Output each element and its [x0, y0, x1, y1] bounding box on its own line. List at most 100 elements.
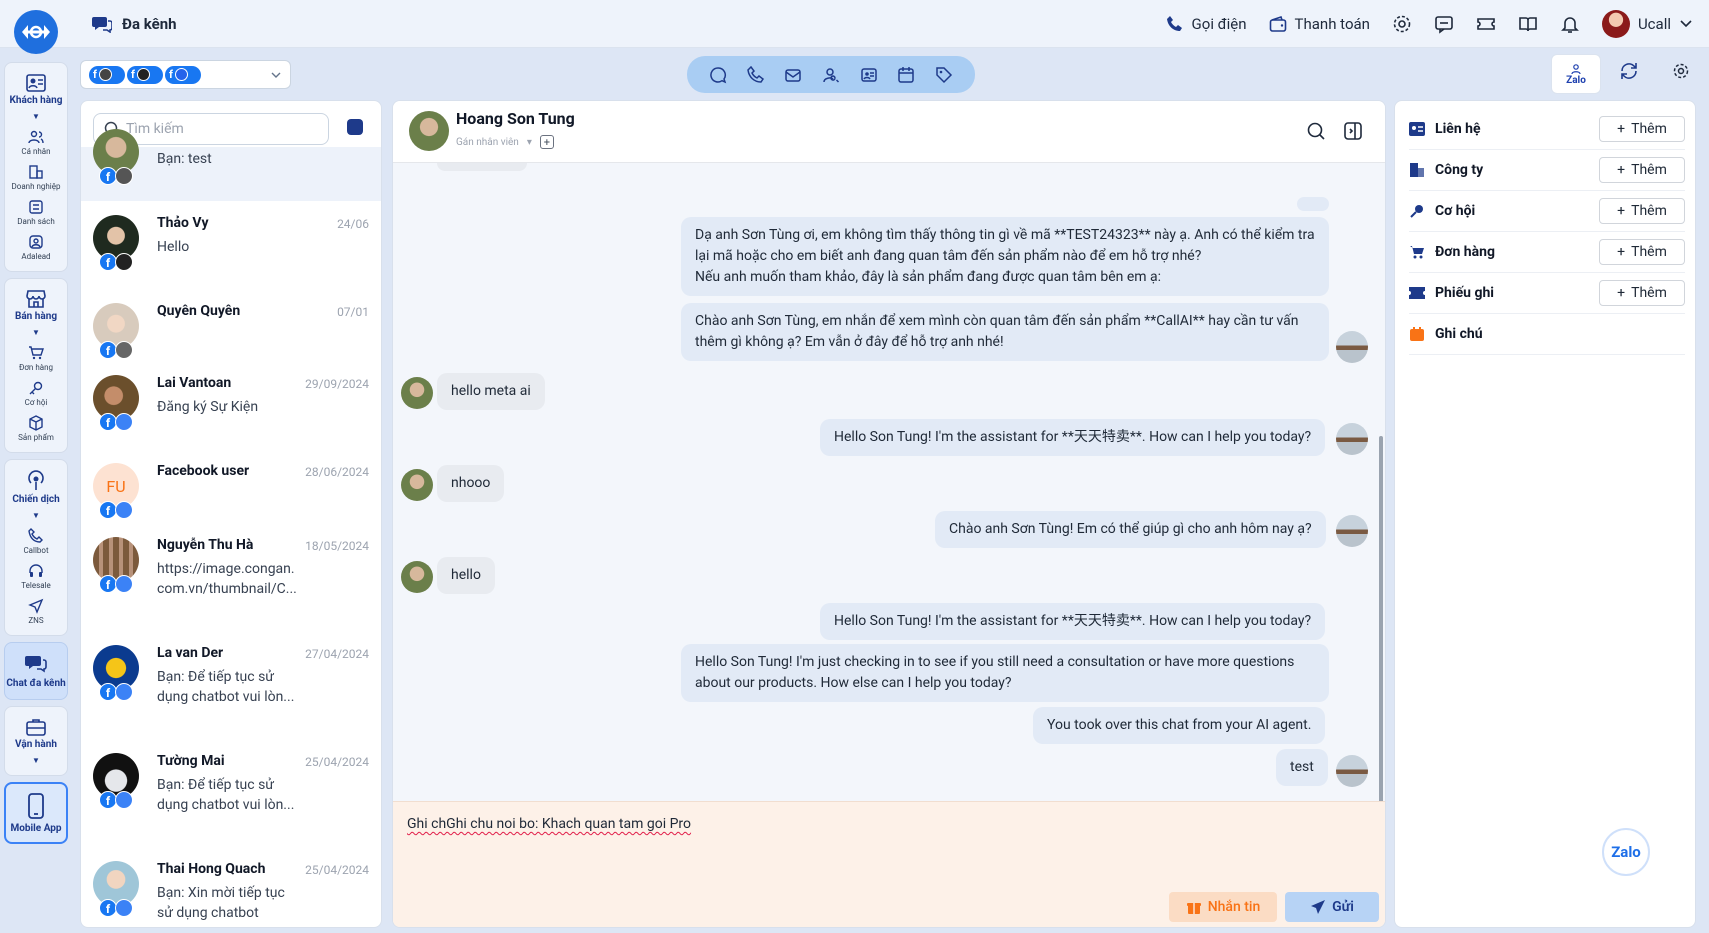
user-menu[interactable]: Ucall: [1601, 10, 1693, 38]
agent-avatar: [1336, 423, 1368, 455]
agent-avatar: [1336, 331, 1368, 363]
channel-toolbar: [687, 56, 975, 93]
conversation-date: 18/05/2024: [305, 539, 369, 553]
rail-item-operation[interactable]: Vận hành: [15, 717, 57, 750]
caret-down-icon[interactable]: ▼: [32, 511, 40, 520]
conversation-panel: Tìm kiếm f Bạn: test f Thảo Vy 24/06 Hel…: [80, 100, 382, 928]
message-button[interactable]: Nhắn tin: [1169, 892, 1277, 922]
add-opportunity-button[interactable]: + Thêm: [1599, 198, 1685, 224]
send-button[interactable]: Gửi: [1285, 892, 1379, 922]
rail-item-adalead[interactable]: Adalead: [21, 234, 51, 261]
rail-item-orders[interactable]: Đơn hàng: [19, 345, 53, 372]
payment-button[interactable]: Thanh toán: [1269, 15, 1370, 33]
top-actions: Gọi điện Thanh toán Ucall: [1166, 10, 1693, 38]
rail-group-operation: Vận hành ▼: [4, 706, 68, 776]
conversation-name: Facebook user: [157, 463, 250, 479]
user-search-icon[interactable]: [822, 66, 840, 84]
chat-panel: Hoang Son Tung Gán nhân viên ▾ + Dạ anh …: [392, 100, 1386, 928]
caret-down-icon: ▾: [526, 136, 532, 148]
ticket-icon: [1409, 286, 1425, 300]
add-label: Thêm: [1631, 162, 1667, 178]
filter-icon[interactable]: [347, 119, 363, 135]
assign-staff[interactable]: Gán nhân viên ▾ +: [456, 135, 554, 149]
list-item[interactable]: f Bạn: test: [81, 129, 381, 201]
conversation-preview: Bạn: Để tiếp tục sử dụng chatbot vui lòn…: [157, 777, 295, 813]
rail-item-business[interactable]: Doanh nghiệp: [12, 164, 60, 191]
rail-item-sales[interactable]: Bán hàng: [15, 289, 57, 322]
id-card-icon[interactable]: [860, 66, 878, 84]
chat-scrollbar[interactable]: [1379, 436, 1383, 816]
rail-item-products[interactable]: Sản phẩm: [18, 415, 54, 442]
account-select[interactable]: f f f: [80, 60, 291, 89]
cart-icon: [28, 345, 44, 361]
info-row-company: Công ty + Thêm: [1409, 150, 1685, 191]
caret-down-icon[interactable]: ▼: [32, 756, 40, 765]
list-item[interactable]: f La van Der 27/04/2024 Bạn: Để tiếp tục…: [81, 639, 381, 739]
chat-channel-icon[interactable]: [709, 66, 727, 84]
gift-icon: [1186, 899, 1202, 915]
zalo-tab[interactable]: Zalo: [1551, 54, 1601, 94]
message-bubble-incoming: hello: [437, 557, 495, 594]
info-row-label: Liên hệ: [1435, 121, 1481, 137]
list-item[interactable]: f Nguyễn Thu Hà 18/05/2024 https://image…: [81, 531, 381, 631]
facebook-badge-icon: f: [99, 575, 135, 593]
box-icon: [28, 415, 44, 431]
add-ticket-button[interactable]: + Thêm: [1599, 280, 1685, 306]
add-contact-button[interactable]: + Thêm: [1599, 116, 1685, 142]
app-logo-icon[interactable]: [14, 10, 58, 54]
list-item[interactable]: f Thai Hong Quach 25/04/2024 Bạn: Xin mờ…: [81, 855, 381, 927]
search-icon[interactable]: [1306, 121, 1326, 141]
rail-item-customers[interactable]: Khách hàng: [9, 73, 63, 106]
message-icon[interactable]: [1434, 14, 1454, 34]
phone-icon[interactable]: [746, 65, 765, 84]
rail-item-campaign[interactable]: Chiến dịch: [12, 470, 60, 505]
conversation-date: 27/04/2024: [305, 647, 369, 661]
list-item[interactable]: f Thảo Vy 24/06 Hello: [81, 209, 381, 291]
rail-label: Bán hàng: [14, 311, 58, 322]
agent-avatar: [1336, 755, 1368, 787]
message-composer[interactable]: Ghi chGhi chu noi bo: Khach quan tam goi…: [393, 801, 1385, 927]
add-icon[interactable]: +: [539, 135, 554, 149]
message-input[interactable]: Ghi chGhi chu noi bo: Khach quan tam goi…: [407, 816, 691, 832]
list-item[interactable]: FU f Facebook user 28/06/2024: [81, 457, 381, 531]
ticket-icon[interactable]: [1476, 14, 1496, 34]
caret-down-icon[interactable]: ▼: [32, 112, 40, 121]
list-icon: [28, 199, 44, 215]
rail-item-personal[interactable]: Cá nhân: [21, 129, 51, 156]
tag-icon[interactable]: [935, 66, 953, 84]
rail-group-campaign: Chiến dịch ▼ Callbot Telesale ZNS: [4, 459, 68, 636]
rail-item-callbot[interactable]: Callbot: [23, 528, 49, 555]
contact-avatar[interactable]: [409, 111, 449, 151]
toggle-sidebar-icon[interactable]: [1343, 121, 1363, 141]
list-item[interactable]: f Tường Mai 25/04/2024 Bạn: Để tiếp tục …: [81, 747, 381, 847]
rail-label: Callbot: [23, 546, 49, 555]
rail-item-chat[interactable]: Chat đa kênh: [4, 642, 68, 700]
rail-item-mobile-app[interactable]: Mobile App: [4, 782, 68, 844]
zalo-chat-widget[interactable]: Zalo: [1602, 828, 1650, 876]
rail-item-zns[interactable]: ZNS: [28, 598, 44, 625]
mail-icon[interactable]: [784, 66, 802, 84]
info-row-notes: Ghi chú: [1409, 314, 1685, 355]
conversation-date: 07/01: [337, 305, 369, 319]
contact-card-icon: [1409, 122, 1425, 136]
rail-item-opportunity[interactable]: Cơ hội: [25, 380, 47, 407]
info-panel: Liên hệ + Thêm Công ty + Thêm Cơ hội + T…: [1394, 100, 1696, 928]
rail-item-telesale[interactable]: Telesale: [21, 563, 51, 590]
add-label: Thêm: [1631, 244, 1667, 260]
call-button[interactable]: Gọi điện: [1166, 15, 1247, 33]
add-company-button[interactable]: + Thêm: [1599, 157, 1685, 183]
gear-icon[interactable]: [1392, 14, 1412, 34]
bell-icon[interactable]: [1560, 14, 1580, 34]
calendar-icon[interactable]: [897, 66, 915, 84]
gear-icon[interactable]: [1672, 62, 1690, 80]
rail-label: Khách hàng: [9, 95, 63, 106]
refresh-icon[interactable]: [1618, 60, 1640, 82]
conversation-name: Nguyễn Thu Hà: [157, 537, 254, 553]
list-item[interactable]: f Quyên Quyên 07/01: [81, 297, 381, 369]
caret-down-icon[interactable]: ▼: [32, 328, 40, 337]
user-icon: [1570, 63, 1582, 75]
list-item[interactable]: f Lai Vantoan 29/09/2024 Đăng ký Sự Kiện: [81, 369, 381, 451]
add-order-button[interactable]: + Thêm: [1599, 239, 1685, 265]
rail-item-list[interactable]: Danh sách: [17, 199, 55, 226]
book-icon[interactable]: [1518, 14, 1538, 34]
